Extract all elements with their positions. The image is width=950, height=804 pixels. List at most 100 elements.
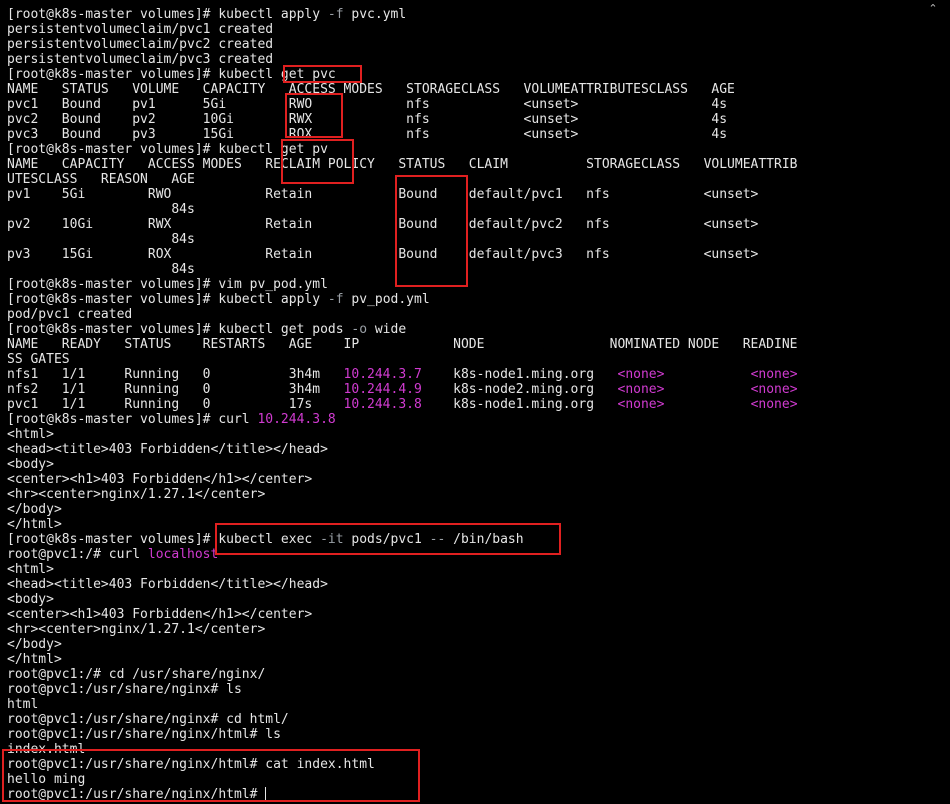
terminal-line: persistentvolumeclaim/pvc3 created: [7, 52, 798, 67]
terminal-text: pv2 10Gi RWX Retain Bound default/pvc2 n…: [7, 217, 759, 232]
terminal-text: -f: [327, 7, 344, 22]
terminal-text: <none>: [617, 382, 665, 397]
terminal-line: </body>: [7, 637, 798, 652]
terminal-line: [root@k8s-master volumes]# curl 10.244.3…: [7, 412, 798, 427]
terminal-text: pvc3 Bound pv3 15Gi ROX nfs <unset> 4s: [7, 127, 728, 142]
terminal-text: </body>: [7, 637, 62, 652]
terminal-line: pv1 5Gi RWO Retain Bound default/pvc1 nf…: [7, 187, 798, 202]
terminal-text: NAME CAPACITY ACCESS MODES RECLAIM POLIC…: [7, 157, 798, 172]
terminal-text: root@pvc1:/usr/share/nginx/html#: [7, 787, 266, 802]
terminal-text: <hr><center>nginx/1.27.1</center>: [7, 622, 266, 637]
terminal-text: 10.244.3.7: [343, 367, 422, 382]
terminal-line: NAME READY STATUS RESTARTS AGE IP NODE N…: [7, 337, 798, 352]
terminal-line: html: [7, 697, 798, 712]
terminal-line: index.html: [7, 742, 798, 757]
terminal-text: SS GATES: [7, 352, 70, 367]
terminal-text: <none>: [750, 397, 798, 412]
terminal-text: k8s-node1.ming.org: [421, 397, 618, 412]
terminal-line: root@pvc1:/usr/share/nginx# ls: [7, 682, 798, 697]
terminal-text: <body>: [7, 592, 54, 607]
chevron-up-icon[interactable]: ⌃: [926, 2, 940, 16]
terminal-line: root@pvc1:/usr/share/nginx/html# cat ind…: [7, 757, 798, 772]
terminal-text: -it: [320, 532, 344, 547]
terminal-line: root@pvc1:/usr/share/nginx/html#: [7, 787, 798, 802]
terminal-line: [root@k8s-master volumes]# kubectl get p…: [7, 142, 798, 157]
terminal-text: root@pvc1:/usr/share/nginx/html# cat ind…: [7, 757, 375, 772]
terminal-line: NAME STATUS VOLUME CAPACITY ACCESS MODES…: [7, 82, 798, 97]
terminal-text: 10.244.3.8: [343, 397, 422, 412]
terminal-line: [root@k8s-master volumes]# kubectl apply…: [7, 7, 798, 22]
terminal-text: -f: [327, 292, 344, 307]
terminal-line: 84s: [7, 232, 798, 247]
terminal-text: <hr><center>nginx/1.27.1</center>: [7, 487, 266, 502]
terminal-text: <center><h1>403 Forbidden</h1></center>: [7, 472, 313, 487]
terminal-text: <head><title>403 Forbidden</title></head…: [7, 442, 328, 457]
terminal-text: NAME READY STATUS RESTARTS AGE IP NODE N…: [7, 337, 798, 352]
terminal-line: persistentvolumeclaim/pvc1 created: [7, 22, 798, 37]
terminal-text: <none>: [750, 367, 798, 382]
text-cursor: [265, 787, 267, 800]
terminal-line: pvc1 Bound pv1 5Gi RWO nfs <unset> 4s: [7, 97, 798, 112]
terminal-line: SS GATES: [7, 352, 798, 367]
terminal-line: pv2 10Gi RWX Retain Bound default/pvc2 n…: [7, 217, 798, 232]
terminal-text: </html>: [7, 652, 62, 667]
terminal-text: persistentvolumeclaim/pvc1 created: [7, 22, 274, 37]
terminal-text: root@pvc1:/usr/share/nginx# cd html/: [7, 712, 289, 727]
terminal-line: root@pvc1:/usr/share/nginx# cd html/: [7, 712, 798, 727]
terminal-line: <center><h1>403 Forbidden</h1></center>: [7, 607, 798, 622]
terminal-line: persistentvolumeclaim/pvc2 created: [7, 37, 798, 52]
terminal-text: [root@k8s-master volumes]# curl: [7, 412, 258, 427]
terminal-text: root@pvc1:/usr/share/nginx# ls: [7, 682, 242, 697]
terminal-text: -o: [351, 322, 368, 337]
terminal-text: nfs2 1/1 Running 0 3h4m: [7, 382, 344, 397]
terminal-line: pod/pvc1 created: [7, 307, 798, 322]
terminal-line: [root@k8s-master volumes]# kubectl get p…: [7, 322, 798, 337]
terminal-line: root@pvc1:/# cd /usr/share/nginx/: [7, 667, 798, 682]
terminal-line: nfs1 1/1 Running 0 3h4m 10.244.3.7 k8s-n…: [7, 367, 798, 382]
terminal-line: hello ming: [7, 772, 798, 787]
terminal-text: pvc1 1/1 Running 0 17s: [7, 397, 344, 412]
terminal-text: <html>: [7, 562, 54, 577]
terminal-line: root@pvc1:/# curl localhost: [7, 547, 798, 562]
terminal-text: persistentvolumeclaim/pvc3 created: [7, 52, 274, 67]
terminal-line: <hr><center>nginx/1.27.1</center>: [7, 487, 798, 502]
terminal-text: pvc2 Bound pv2 10Gi RWX nfs <unset> 4s: [7, 112, 728, 127]
terminal-text: localhost: [147, 547, 219, 562]
terminal-window[interactable]: [root@k8s-master volumes]# kubectl apply…: [0, 0, 950, 804]
terminal-line: <hr><center>nginx/1.27.1</center>: [7, 622, 798, 637]
terminal-text: <none>: [617, 397, 665, 412]
terminal-text: root@pvc1:/# cd /usr/share/nginx/: [7, 667, 266, 682]
terminal-text: 84s: [7, 202, 195, 217]
terminal-text: </body>: [7, 502, 62, 517]
terminal-text: NAME STATUS VOLUME CAPACITY ACCESS MODES…: [7, 82, 735, 97]
terminal-text: UTESCLASS REASON AGE: [7, 172, 195, 187]
terminal-text: </html>: [7, 517, 62, 532]
terminal-text: /bin/bash: [445, 532, 524, 547]
terminal-text: index.html: [7, 742, 86, 757]
terminal-text: <none>: [617, 367, 665, 382]
terminal-line: </html>: [7, 652, 798, 667]
terminal-line: nfs2 1/1 Running 0 3h4m 10.244.4.9 k8s-n…: [7, 382, 798, 397]
terminal-line: pvc1 1/1 Running 0 17s 10.244.3.8 k8s-no…: [7, 397, 798, 412]
terminal-text: 10.244.3.8: [257, 412, 336, 427]
terminal-text: [root@k8s-master volumes]# kubectl exec: [7, 532, 321, 547]
terminal-text: --: [429, 532, 446, 547]
terminal-text: wide: [367, 322, 407, 337]
terminal-line: pvc2 Bound pv2 10Gi RWX nfs <unset> 4s: [7, 112, 798, 127]
terminal-line: </html>: [7, 517, 798, 532]
terminal-text: <body>: [7, 457, 54, 472]
terminal-output[interactable]: [root@k8s-master volumes]# kubectl apply…: [7, 7, 798, 802]
terminal-text: k8s-node2.ming.org: [421, 382, 618, 397]
terminal-line: <html>: [7, 562, 798, 577]
terminal-text: pv1 5Gi RWO Retain Bound default/pvc1 nf…: [7, 187, 759, 202]
terminal-text: nfs1 1/1 Running 0 3h4m: [7, 367, 344, 382]
terminal-line: <body>: [7, 457, 798, 472]
terminal-text: root@pvc1:/usr/share/nginx/html# ls: [7, 727, 281, 742]
terminal-text: [root@k8s-master volumes]# kubectl get p…: [7, 67, 336, 82]
terminal-text: pv3 15Gi ROX Retain Bound default/pvc3 n…: [7, 247, 759, 262]
terminal-text: [root@k8s-master volumes]# vim pv_pod.ym…: [7, 277, 328, 292]
terminal-line: <head><title>403 Forbidden</title></head…: [7, 577, 798, 592]
